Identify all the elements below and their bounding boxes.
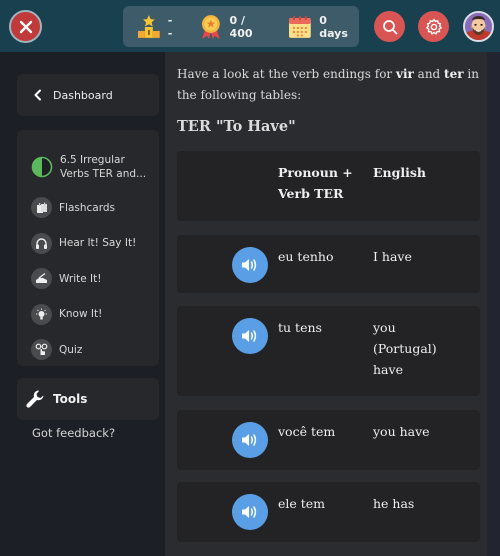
english-cell: I have	[373, 249, 412, 264]
english-cell: you have	[373, 424, 430, 439]
table-row: você tem you have	[177, 410, 480, 470]
chevron-left-icon	[34, 89, 41, 101]
table-row: ele tem he has	[177, 482, 480, 542]
sidebar-item-label: Write It!	[59, 272, 102, 285]
column-header-pronoun-verb: Pronoun + Verb TER	[278, 165, 353, 201]
user-avatar[interactable]	[463, 11, 494, 42]
wrench-icon	[26, 390, 44, 408]
points-value: 0 / 400	[229, 13, 253, 40]
close-button[interactable]	[9, 10, 42, 43]
settings-button[interactable]	[418, 11, 449, 42]
intro-text: Have a look at the verb endings for vir …	[177, 67, 479, 102]
rank-value: --	[167, 13, 173, 40]
verb-vir: vir	[395, 67, 414, 81]
speaker-icon	[242, 506, 257, 518]
sidebar-item-quiz[interactable]: Quiz	[17, 332, 159, 368]
table-header-row: Pronoun + Verb TER English	[177, 151, 480, 221]
verb-ter: ter	[444, 67, 464, 81]
quiz-pointer-icon	[35, 343, 48, 356]
portuguese-cell: tu tens	[278, 320, 322, 335]
sidebar-item-label: Hear It! Say It!	[59, 237, 137, 250]
english-cell: you (Portugal) have	[373, 320, 437, 377]
dashboard-label: Dashboard	[53, 88, 113, 102]
sidebar-item-lesson[interactable]: 6.5 Irregular Verbs TER and...	[17, 144, 159, 190]
portuguese-cell: ele tem	[278, 496, 326, 511]
portuguese-cell: eu tenho	[278, 249, 334, 264]
tools-label: Tools	[53, 392, 88, 406]
calendar-icon	[289, 15, 312, 38]
medal-icon	[201, 14, 220, 39]
play-audio-button[interactable]	[232, 247, 268, 283]
sidebar-item-know-it[interactable]: Know It!	[17, 297, 159, 333]
streak-value: 0 days	[319, 13, 348, 40]
sidebar: Dashboard 6.5 Irregular Verbs TER and...…	[0, 52, 165, 556]
speaker-icon	[242, 259, 257, 271]
play-audio-button[interactable]	[232, 318, 268, 354]
sidebar-item-flashcards[interactable]: Flashcards	[17, 190, 159, 226]
sidebar-item-write-it[interactable]: Write It!	[17, 261, 159, 297]
flashcards-icon	[36, 202, 47, 213]
gear-icon	[425, 17, 442, 35]
english-cell: he has	[373, 496, 415, 511]
play-audio-button[interactable]	[232, 494, 268, 530]
search-icon	[382, 19, 397, 34]
rank-stat: --	[136, 14, 177, 40]
speaker-icon	[242, 330, 257, 342]
column-header-english: English	[373, 165, 426, 180]
lesson-content: Have a look at the verb endings for vir …	[165, 52, 487, 556]
sidebar-item-label: Flashcards	[59, 201, 115, 214]
lesson-nav: 6.5 Irregular Verbs TER and... Flashcard…	[17, 130, 159, 366]
sidebar-item-label: Quiz	[59, 343, 83, 356]
table-row: eu tenho I have	[177, 235, 480, 293]
close-icon	[19, 20, 32, 33]
stats-panel: -- 0 / 400 0 days	[123, 6, 359, 47]
table-row: tu tens you (Portugal) have	[177, 306, 480, 396]
sidebar-item-label: 6.5 Irregular Verbs TER and...	[60, 154, 147, 180]
avatar-face-icon	[465, 13, 492, 40]
sidebar-item-label: Know It!	[59, 308, 103, 321]
top-bar: -- 0 / 400 0 days	[0, 0, 500, 52]
dashboard-link[interactable]: Dashboard	[17, 74, 159, 116]
lightbulb-icon	[36, 308, 47, 320]
speaker-icon	[242, 434, 257, 446]
progress-half-circle-icon	[31, 156, 53, 178]
points-stat: 0 / 400	[199, 14, 272, 40]
section-title: TER "To Have"	[177, 118, 296, 135]
portuguese-cell: você tem	[278, 424, 336, 439]
headphones-icon	[36, 238, 47, 249]
podium-trophy-icon	[137, 14, 160, 38]
tools-button[interactable]: Tools	[17, 378, 159, 420]
sidebar-item-hear-it-say-it[interactable]: Hear It! Say It!	[17, 226, 159, 262]
feedback-link[interactable]: Got feedback?	[32, 426, 115, 440]
writing-hand-icon	[36, 273, 47, 284]
streak-stat: 0 days	[288, 14, 359, 40]
search-button[interactable]	[374, 11, 405, 42]
play-audio-button[interactable]	[232, 422, 268, 458]
content-scrollbar[interactable]	[487, 52, 500, 556]
